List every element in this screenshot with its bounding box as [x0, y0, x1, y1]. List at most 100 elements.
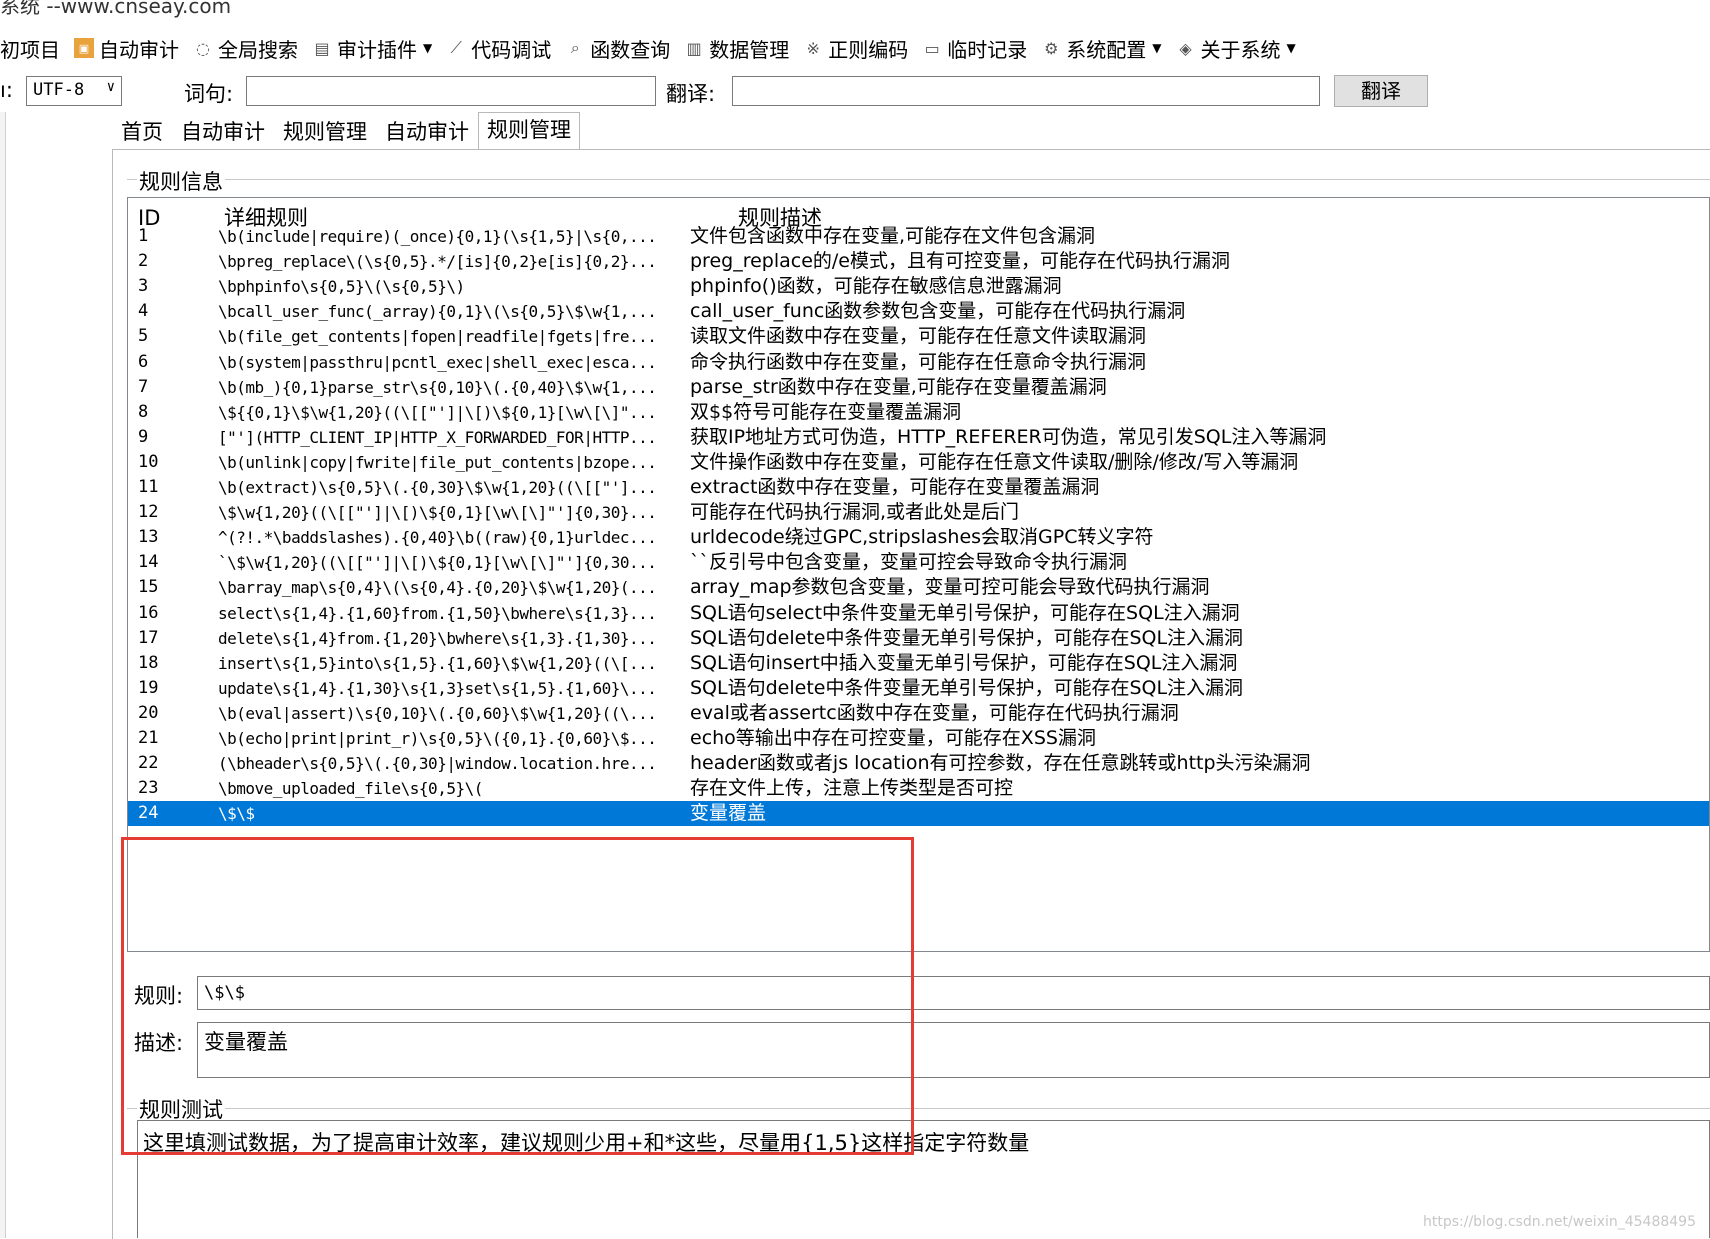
tab[interactable]: 自动审计 — [376, 114, 478, 150]
table-row[interactable]: 20 \b(eval|assert)\s{0,10}\(.{0,60}\$\w{1… — [128, 701, 1709, 726]
row-rule: insert\s{1,5}into\s{1,5}.{1,60}\$\w{1,20… — [218, 653, 657, 673]
toolbar-item[interactable]: ⌕ 函数查询 — [565, 34, 670, 63]
toolbar-item-label: 自动审计 — [99, 37, 179, 62]
row-id: 9 — [138, 426, 149, 447]
left-panel-edge — [0, 112, 6, 1238]
table-row[interactable]: 23 \bmove_uploaded_file\s{0,5}\(存在文件上传，注意… — [128, 776, 1709, 801]
table-row[interactable]: 12 \$\w{1,20}((\[["']|\[)\${0,1}[\w\[\]"'… — [128, 500, 1709, 525]
row-desc: extract函数中存在变量，可能存在变量覆盖漏洞 — [690, 476, 1100, 498]
word-label: 词句: — [184, 82, 234, 106]
encoding-value: UTF-8 — [33, 80, 85, 100]
table-row[interactable]: 21 \b(echo|print|print_r)\s{0,5}\({0,1}.{… — [128, 726, 1709, 751]
row-rule: \${{0,1}\$\w{1,20}((\[["']|\[)\${0,1}[\w… — [218, 402, 657, 422]
translate-label: 翻译: — [666, 82, 716, 106]
row-rule: \b(include|require)(_once){0,1}(\s{1,5}|… — [218, 227, 657, 246]
row-rule: select\s{1,4}.{1,60}from.{1,50}\bwhere\s… — [218, 603, 657, 623]
table-row[interactable]: 9 ["'](HTTP_CLIENT_IP|HTTP_X_FORWARDED_FO… — [128, 425, 1709, 450]
row-desc: call_user_func函数参数包含变量，可能存在代码执行漏洞 — [690, 300, 1186, 323]
toolbar-item[interactable]: ※ 正则编码 — [803, 34, 909, 63]
row-desc: eval或者assertc函数中存在变量，可能存在代码执行漏洞 — [690, 701, 1179, 724]
dropdown-arrow-icon[interactable]: ▼ — [1152, 41, 1161, 55]
row-desc: SQL语句delete中条件变量无单引号保护，可能存在SQL注入漏洞 — [690, 676, 1244, 699]
row-rule: `\$\w{1,20}((\[["']|\[)\${0,1}[\w\[\]"']… — [218, 553, 657, 573]
table-row[interactable]: 15 \barray_map\s{0,4}\(\s{0,4}.{0,20}\$\w… — [128, 575, 1709, 600]
row-rule: \bmove_uploaded_file\s{0,5}\( — [218, 779, 483, 799]
tab[interactable]: 规则管理 — [274, 114, 376, 150]
row-id: 10 — [138, 451, 159, 472]
row-id: 18 — [138, 652, 159, 673]
tab[interactable]: 自动审计 — [172, 114, 274, 150]
table-row[interactable]: 1 \b(include|require)(_once){0,1}(\s{1,5}… — [128, 224, 1709, 249]
plugin-icon: ▤ — [314, 38, 330, 58]
table-row[interactable]: 11 \b(extract)\s{0,5}\(.{0,30}\$\w{1,20}(… — [128, 475, 1709, 500]
toolbar-item[interactable]: ◈ 关于系统 ▼ — [1175, 34, 1295, 63]
row-id: 22 — [138, 753, 159, 774]
row-id: 1 — [138, 226, 149, 246]
table-row[interactable]: 14 `\$\w{1,20}((\[["']|\[)\${0,1}[\w\[\]"… — [128, 550, 1709, 575]
row-desc: 文件操作函数中存在变量，可能存在任意文件读取/删除/修改/写入等漏洞 — [690, 450, 1299, 473]
row-id: 12 — [138, 502, 159, 523]
row-id: 15 — [138, 577, 159, 598]
table-row[interactable]: 16 select\s{1,4}.{1,60}from.{1,50}\bwhere… — [128, 601, 1709, 626]
row-id: 8 — [138, 401, 149, 422]
table-row[interactable]: 19 update\s{1,4}.{1,30}\s{1,3}set\s{1,5}.… — [128, 676, 1709, 701]
dropdown-arrow-icon[interactable]: ▼ — [1286, 41, 1295, 55]
tab-strip: 首页 自动审计 规则管理 自动审计 规则管理 — [112, 112, 580, 150]
toolbar-item-label: 关于系统 — [1200, 37, 1281, 62]
table-row[interactable]: 18 insert\s{1,5}into\s{1,5}.{1,60}\$\w{1,… — [128, 651, 1709, 676]
table-row[interactable]: 3 \bphpinfo\s{0,5}\(\s{0,5}\) phpinfo()函数，… — [128, 274, 1709, 299]
row-desc: 可能存在代码执行漏洞,或者此处是后门 — [690, 501, 1020, 524]
tab[interactable]: 首页 — [112, 114, 172, 150]
row-rule: ^(?!.*\baddslashes).{0,40}\b((raw){0,1}u… — [218, 528, 657, 548]
encoding-label: ı: — [0, 78, 13, 102]
toolbar-item-label: 全局搜索 — [218, 37, 298, 62]
row-desc: SQL语句select中条件变量无单引号保护，可能存在SQL注入漏洞 — [690, 601, 1240, 624]
table-row[interactable]: 4 \bcall_user_func(_array){0,1}\(\s{0,5}\… — [128, 299, 1709, 324]
word-input[interactable] — [246, 76, 656, 106]
translate-button[interactable]: 翻译 — [1334, 75, 1428, 107]
tab[interactable]: 规则管理 — [478, 112, 580, 150]
table-row[interactable]: 13 ^(?!.*\baddslashes).{0,40}\b((raw){0,1… — [128, 525, 1709, 550]
row-id: 16 — [138, 602, 159, 623]
table-row[interactable]: 6 \b(system|passthru|pcntl_exec|shell_exe… — [128, 350, 1709, 375]
row-desc: 变量覆盖 — [690, 802, 767, 825]
translate-input[interactable] — [732, 76, 1320, 106]
row-id: 6 — [138, 351, 149, 372]
search-icon: ⌕ — [570, 38, 580, 57]
row-desc: 双$$符号可能存在变量覆盖漏洞 — [690, 400, 962, 423]
row-desc: urldecode绕过GPC,stripslashes会取消GPC转义字符 — [690, 526, 1154, 549]
toolbar-item[interactable]: ▣ 自动审计 — [74, 34, 179, 63]
table-row[interactable]: 10 \b(unlink|copy|fwrite|file_put_content… — [128, 450, 1709, 475]
toolbar-item[interactable]: ▤ 审计插件 ▼ — [312, 34, 432, 63]
dropdown-arrow-icon[interactable]: ▼ — [423, 41, 432, 55]
toolbar-item[interactable]: ▭ 临时记录 — [922, 34, 1028, 63]
row-rule: \b(eval|assert)\s{0,10}\(.{0,60}\$\w{1,2… — [218, 703, 657, 723]
table-row[interactable]: 7 \b(mb_){0,1}parse_str\s{0,10}\(.{0,40}\… — [128, 375, 1709, 400]
row-desc: 命令执行函数中存在变量，可能存在任意命令执行漏洞 — [690, 350, 1147, 373]
row-rule: \b(extract)\s{0,5}\(.{0,30}\$\w{1,20}((\… — [218, 478, 657, 497]
highlight-box — [121, 837, 914, 1155]
row-rule: ["'](HTTP_CLIENT_IP|HTTP_X_FORWARDED_FOR… — [218, 427, 657, 447]
table-row[interactable]: 5 \b(file_get_contents|fopen|readfile|fge… — [128, 324, 1709, 349]
table-row[interactable]: 8 \${{0,1}\$\w{1,20}((\[["']|\[)\${0,1}[\… — [128, 400, 1709, 425]
row-desc: 存在文件上传，注意上传类型是否可控 — [690, 777, 1014, 800]
table-row[interactable]: 24 \$\$ 变量覆盖 — [128, 801, 1709, 827]
chevron-down-icon[interactable]: ∨ — [107, 79, 115, 95]
table-row[interactable]: 2 \bpreg_replace\(\s{0,5}.*/[is]{0,2}e[is… — [128, 249, 1709, 274]
table-row[interactable]: 22 (\bheader\s{0,5}\(.{0,30}|window.locat… — [128, 751, 1709, 776]
toolbar-item[interactable]: ◌ 全局搜索 — [193, 34, 298, 63]
row-rule: \b(unlink|copy|fwrite|file_put_contents|… — [218, 452, 657, 472]
toolbar-item[interactable]: ▥ 数据管理 — [684, 34, 790, 63]
row-id: 14 — [138, 552, 159, 573]
auto-audit-icon: ▣ — [74, 38, 94, 58]
row-rule: \$\$ — [218, 804, 255, 824]
toolbar-item[interactable]: ⟋ 代码调试 — [446, 34, 552, 63]
row-desc: 获取IP地址方式可伪造，HTTP_REFERER可伪造，常见引发SQL注入等漏洞 — [690, 425, 1327, 448]
row-id: 21 — [138, 728, 159, 748]
row-rule: delete\s{1,4}from.{1,20}\bwhere\s{1,3}.{… — [218, 628, 657, 648]
toolbar-item[interactable]: 初项目 — [0, 34, 60, 63]
toolbar-item[interactable]: ⚙ 系统配置 ▼ — [1041, 34, 1161, 63]
encoding-select[interactable]: UTF-8 ∨ — [26, 76, 122, 106]
table-row[interactable]: 17 delete\s{1,4}from.{1,20}\bwhere\s{1,3}… — [128, 626, 1709, 651]
encoding-bar: ı: UTF-8 ∨ 词句: 翻译: 翻译 — [0, 72, 1710, 112]
